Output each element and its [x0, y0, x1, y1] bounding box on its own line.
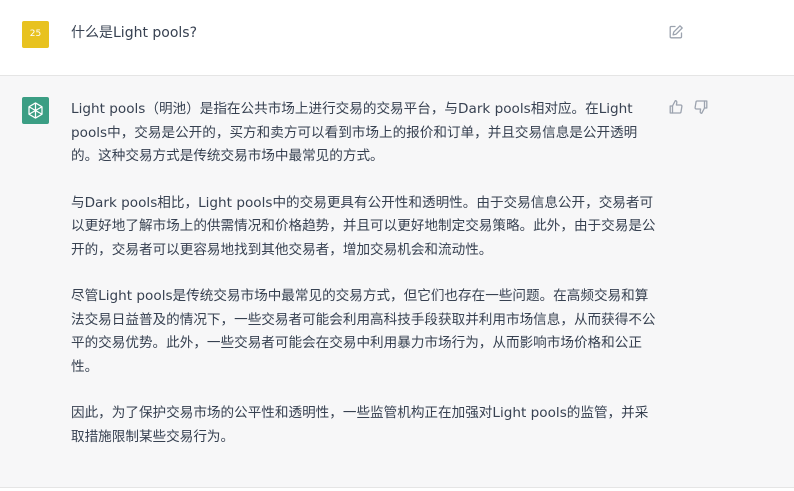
- assistant-message-row: Light pools（明池）是指在公共市场上进行交易的交易平台，与Dark p…: [0, 76, 794, 488]
- assistant-avatar: [22, 97, 49, 124]
- answer-paragraph-2: 与Dark pools相比，Light pools中的交易更具有公开性和透明性。…: [71, 194, 656, 258]
- user-message-row: 25 什么是Light pools?: [0, 0, 794, 76]
- assistant-answer: Light pools（明池）是指在公共市场上进行交易的交易平台，与Dark p…: [71, 98, 657, 472]
- thumbs-down-icon[interactable]: [693, 99, 709, 115]
- answer-paragraph-4: 因此，为了保护交易市场的公平性和透明性，一些监管机构正在加强对Light poo…: [71, 405, 649, 445]
- edit-icon[interactable]: [668, 24, 684, 40]
- answer-paragraph-1: Light pools（明池）是指在公共市场上进行交易的交易平台，与Dark p…: [71, 101, 638, 164]
- openai-logo-icon: [28, 102, 43, 119]
- user-message-text: 什么是Light pools?: [71, 25, 198, 41]
- user-avatar: 25: [22, 21, 49, 48]
- thumbs-up-icon[interactable]: [668, 99, 684, 115]
- answer-paragraph-3: 尽管Light pools是传统交易市场中最常见的交易方式，但它们也存在一些问题…: [71, 288, 656, 375]
